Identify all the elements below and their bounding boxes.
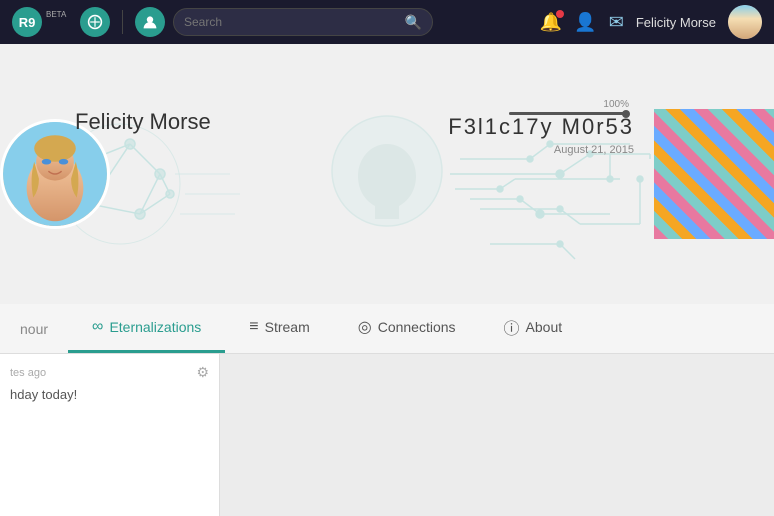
tab-connections-label: Connections	[378, 319, 456, 335]
profile-name: Felicity Morse	[75, 109, 211, 135]
tab-about-label: About	[526, 319, 563, 335]
tab-about[interactable]: ⓘ About	[480, 304, 587, 353]
post-text: hday today!	[10, 385, 209, 405]
tab-stream-label: Stream	[265, 319, 310, 335]
notification-dot	[556, 10, 564, 18]
top-navigation: R9 BETA 🔍 🔔 👤 ✉ Felicity Morse	[0, 0, 774, 44]
main-content: tes ago ⚙ hday today!	[0, 354, 774, 516]
profile-left-avatar	[0, 119, 110, 229]
profile-avatar-pixelated	[654, 109, 774, 239]
progress-bar-container: 100%	[509, 99, 629, 115]
connections-icon: ◎	[358, 317, 372, 337]
notifications-bell[interactable]: 🔔	[540, 12, 562, 33]
logo-area: R9 BETA	[12, 7, 72, 37]
profile-icon[interactable]: 👤	[574, 12, 596, 33]
messages-icon[interactable]: ✉	[609, 12, 624, 33]
progress-label: 100%	[603, 99, 629, 110]
eternalizations-icon: ∞	[92, 318, 103, 336]
tab-connections[interactable]: ◎ Connections	[334, 304, 480, 353]
search-bar[interactable]: 🔍	[173, 8, 433, 36]
tab-stream[interactable]: ≡ Stream	[225, 304, 333, 353]
menu-button[interactable]	[80, 7, 110, 37]
nav-right-area: 🔔 👤 ✉ Felicity Morse	[540, 5, 762, 39]
search-input[interactable]	[184, 15, 399, 29]
search-icon[interactable]: 🔍	[405, 14, 422, 31]
about-icon: ⓘ	[504, 315, 520, 339]
logo-text: R9	[19, 15, 36, 30]
logo-icon: R9	[12, 7, 42, 37]
profile-right-avatar	[654, 109, 774, 239]
nav-divider	[122, 10, 123, 34]
time-ago: tes ago	[10, 367, 46, 379]
tab-eternalizations-label: Eternalizations	[109, 319, 201, 335]
profile-avatar-image	[3, 122, 107, 226]
nav-avatar[interactable]	[728, 5, 762, 39]
right-panel	[220, 354, 774, 516]
tab-honour-label: nour	[0, 321, 68, 337]
profile-date: August 21, 2015	[554, 144, 634, 156]
panel-header: tes ago ⚙	[10, 364, 209, 381]
user-icon-button[interactable]	[135, 7, 165, 37]
profile-handle: F3l1c17y M0r53	[448, 114, 634, 140]
settings-icon[interactable]: ⚙	[196, 364, 209, 381]
stream-icon: ≡	[249, 318, 258, 336]
tab-navigation: nour ∞ Eternalizations ≡ Stream ◎ Connec…	[0, 304, 774, 354]
beta-badge: BETA	[46, 10, 66, 19]
tab-eternalizations[interactable]: ∞ Eternalizations	[68, 304, 225, 353]
nav-username[interactable]: Felicity Morse	[636, 15, 716, 30]
profile-header: Felicity Morse 100% F3l1c17y M0r53 Augus…	[0, 44, 774, 304]
center-head	[332, 116, 442, 226]
left-panel: tes ago ⚙ hday today!	[0, 354, 220, 516]
